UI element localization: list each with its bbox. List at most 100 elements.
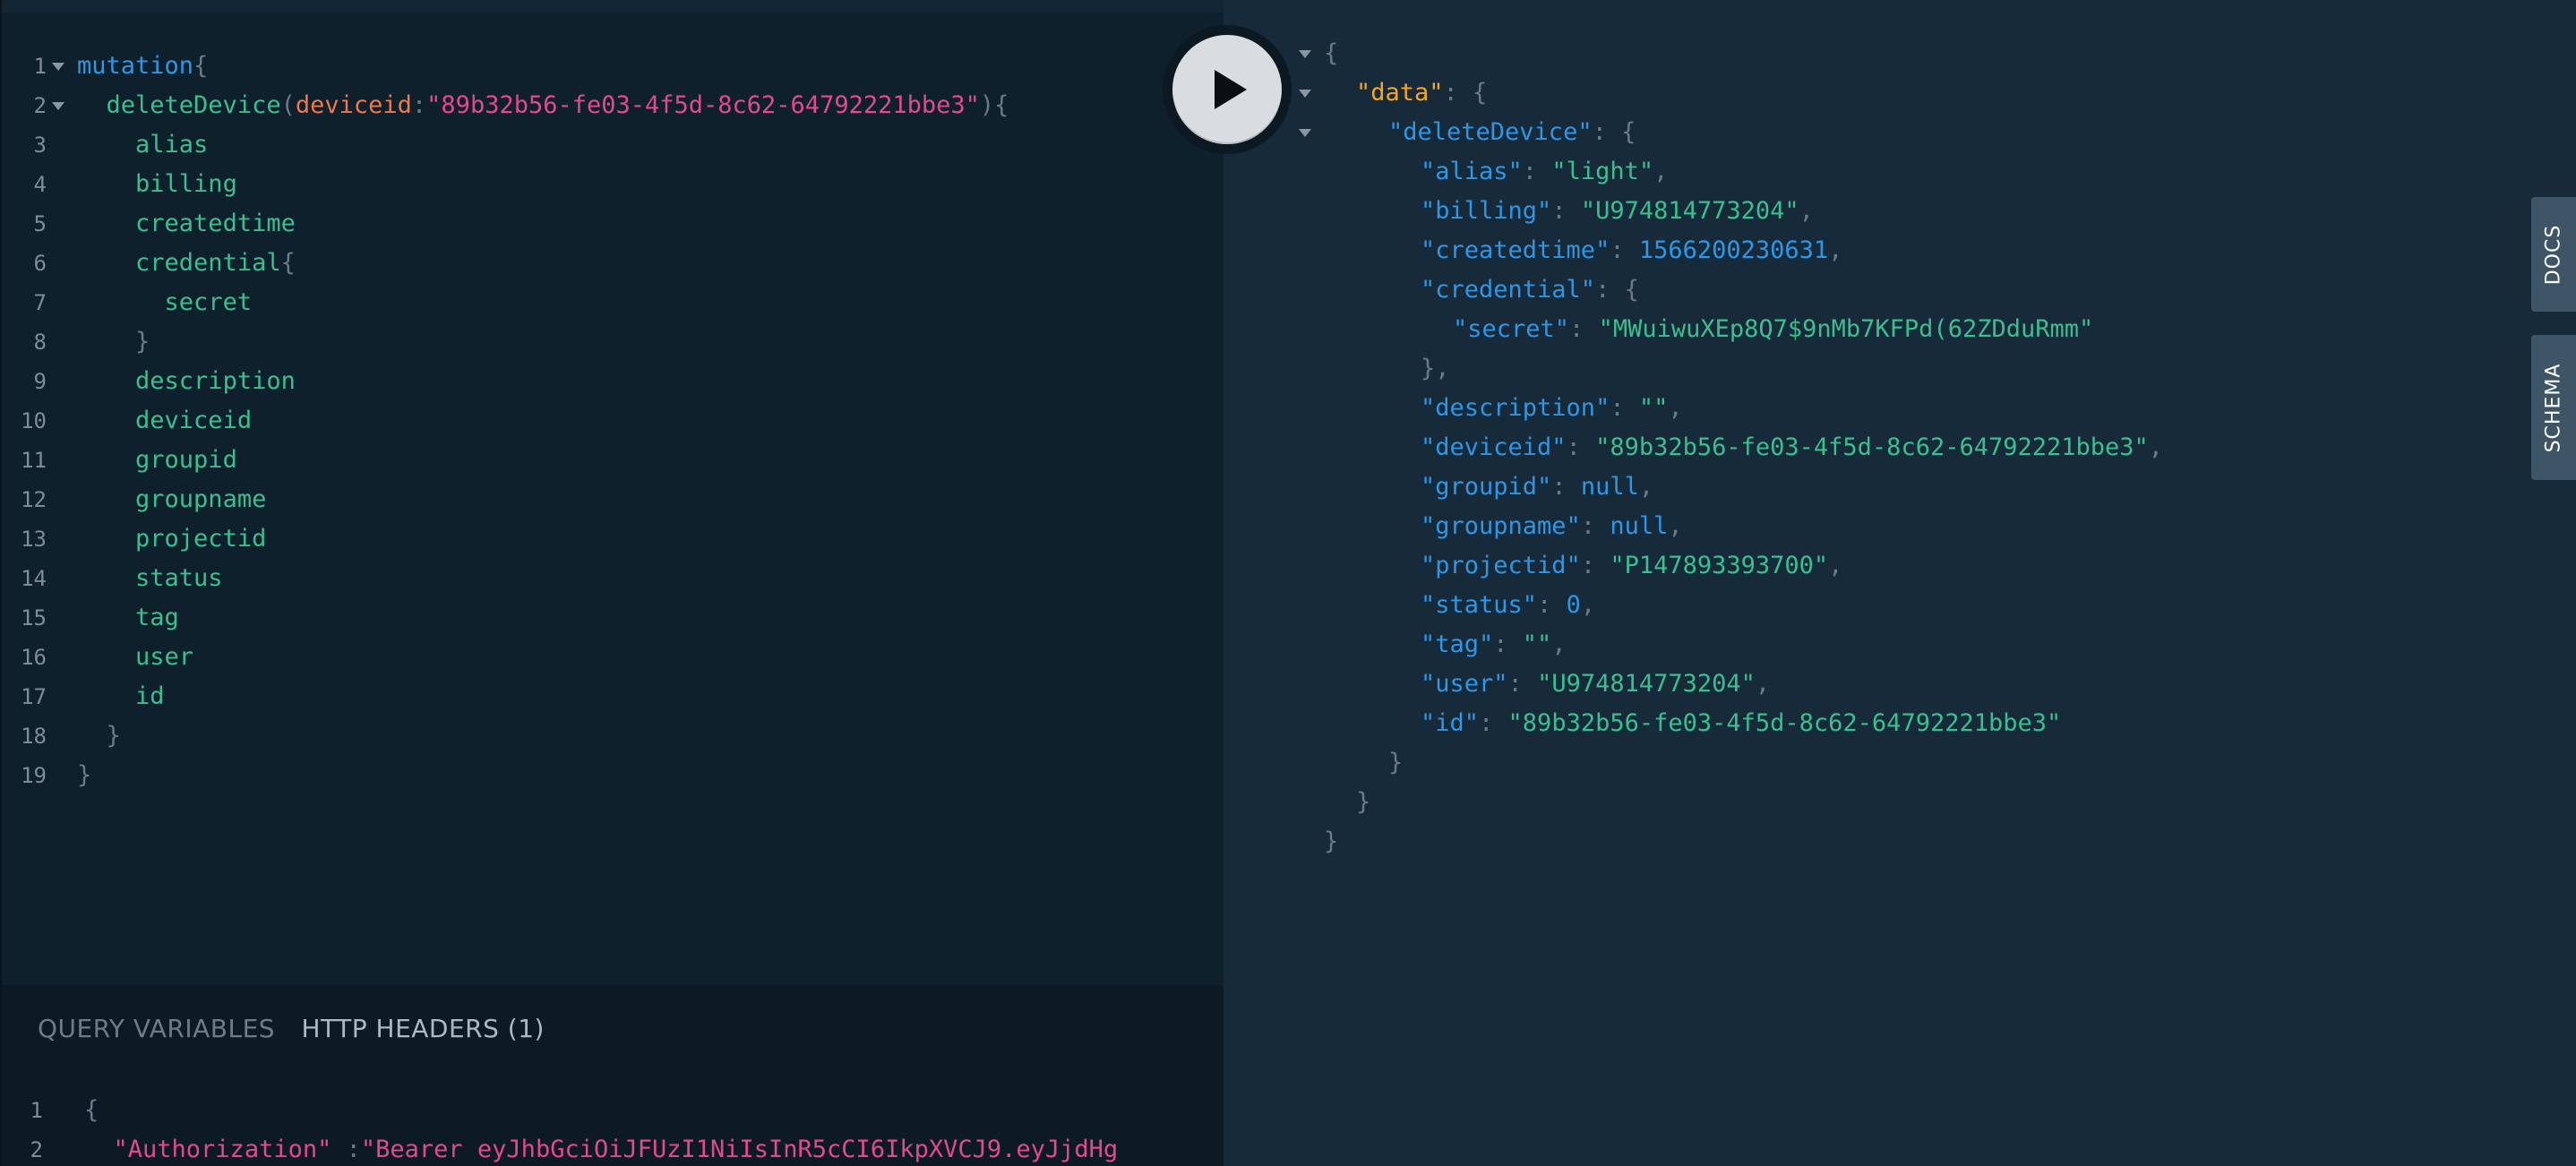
- result-line: "id": "89b32b56-fe03-4f5d-8c62-64792221b…: [1224, 704, 2576, 743]
- query-editor[interactable]: 1 mutation{2 deleteDevice(deviceid:"89b32…: [0, 0, 1224, 1166]
- editor-line[interactable]: 15 tag: [2, 598, 1224, 638]
- editor-line[interactable]: 5 createdtime: [2, 204, 1224, 244]
- json-text: "data": {: [1356, 73, 1487, 113]
- tab-http-headers[interactable]: HTTP HEADERS (1): [301, 1014, 545, 1043]
- fold-arrow-icon[interactable]: [52, 63, 64, 71]
- editor-line[interactable]: 4 billing: [2, 165, 1224, 204]
- code-token: ,: [1638, 473, 1654, 501]
- code-token: "P147893393700": [1610, 552, 1829, 579]
- result-line: "alias": "light",: [1224, 152, 2576, 192]
- json-text: "user": "U974814773204",: [1421, 664, 1770, 704]
- editor-line[interactable]: 14 status: [2, 559, 1224, 598]
- code-token: credential: [135, 249, 281, 277]
- code-token: "data": [1356, 79, 1444, 107]
- line-number: 2: [30, 1137, 43, 1162]
- json-text: "description": "",: [1421, 389, 1683, 428]
- code-token: "projectid": [1421, 552, 1581, 579]
- code-token: ,: [1828, 236, 1843, 264]
- result-line: "credential": {: [1224, 270, 2576, 310]
- docs-tab[interactable]: DOCS: [2531, 197, 2576, 312]
- code-token: null: [1580, 473, 1639, 501]
- line-number: 1: [30, 1098, 43, 1123]
- header-line[interactable]: 2 "Authorization" :"Bearer eyJhbGciOiJFU…: [2, 1130, 1224, 1166]
- code-token: "groupid": [1421, 473, 1552, 501]
- code-token: {: [1324, 39, 1339, 67]
- code-text: createdtime: [77, 204, 296, 244]
- json-text: "projectid": "P147893393700",: [1421, 546, 1842, 586]
- code-token: :: [1522, 158, 1552, 185]
- run-query-button[interactable]: [1172, 35, 1282, 144]
- editor-line[interactable]: 2 deleteDevice(deviceid:"89b32b56-fe03-4…: [2, 86, 1224, 125]
- code-token: ,: [1653, 158, 1669, 185]
- fold-arrow-icon[interactable]: [52, 102, 64, 110]
- http-headers-editor[interactable]: 1{2 "Authorization" :"Bearer eyJhbGciOiJ…: [2, 1091, 1224, 1166]
- code-token: tag: [135, 604, 179, 631]
- tab-query-variables[interactable]: QUERY VARIABLES: [38, 1014, 275, 1043]
- code-token: "alias": [1421, 158, 1523, 185]
- editor-line[interactable]: 12 groupname: [2, 480, 1224, 519]
- json-text: "groupid": null,: [1421, 467, 1653, 507]
- code-token: secret: [164, 288, 253, 316]
- json-text: "secret": "MWuiwuXEp8Q7$9nMb7KFPd(62ZDdu…: [1453, 310, 2093, 349]
- code-token: (: [280, 91, 296, 119]
- code-token: :: [1580, 552, 1610, 579]
- editor-line[interactable]: 16 user: [2, 638, 1224, 677]
- schema-tab[interactable]: SCHEMA: [2531, 335, 2576, 480]
- editor-line[interactable]: 3 alias: [2, 125, 1224, 165]
- code-token: }: [106, 722, 121, 750]
- code-token: createdtime: [135, 210, 296, 237]
- code-token: "status": [1421, 591, 1538, 619]
- code-token: "deviceid": [1421, 433, 1567, 461]
- header-line[interactable]: 1{: [2, 1091, 1224, 1130]
- line-number: 6: [33, 251, 47, 276]
- code-text: user: [77, 638, 193, 677]
- line-number: 8: [33, 330, 47, 355]
- code-token: ,: [1551, 630, 1567, 658]
- fold-arrow-icon[interactable]: [1299, 50, 1311, 58]
- editor-line[interactable]: 8 }: [2, 322, 1224, 362]
- code-token: projectid: [135, 525, 267, 553]
- fold-arrow-icon[interactable]: [1299, 129, 1311, 137]
- code-token: 1566200230631: [1638, 236, 1829, 264]
- result-line: "description": "",: [1224, 389, 2576, 428]
- editor-line[interactable]: 10 deviceid: [2, 401, 1224, 441]
- code-text: }: [77, 322, 150, 362]
- json-text: "createdtime": 1566200230631,: [1421, 231, 1842, 270]
- json-text: "deviceid": "89b32b56-fe03-4f5d-8c62-647…: [1421, 428, 2163, 467]
- code-token: "U974814773204": [1537, 670, 1756, 698]
- editor-line[interactable]: 13 projectid: [2, 519, 1224, 559]
- code-token: "Bearer eyJhbGciOiJFUzI1NiIsInR5cCI6IkpX…: [360, 1136, 1119, 1163]
- result-viewer: {"data": {"deleteDevice": {"alias": "lig…: [1224, 0, 2576, 1166]
- editor-line[interactable]: 17 id: [2, 677, 1224, 716]
- line-number: 17: [21, 684, 47, 709]
- editor-line[interactable]: 7 secret: [2, 283, 1224, 322]
- code-token: "tag": [1421, 630, 1494, 658]
- code-token: "MWuiwuXEp8Q7$9nMb7KFPd(62ZDduRmm": [1598, 315, 2094, 343]
- code-token: :: [1493, 630, 1523, 658]
- editor-line[interactable]: 19}: [2, 756, 1224, 795]
- json-text: }: [1324, 822, 1338, 862]
- line-number: 12: [21, 487, 47, 512]
- json-text: "credential": {: [1421, 270, 1639, 310]
- code-token: ,: [1799, 197, 1814, 225]
- editor-line[interactable]: 18 }: [2, 716, 1224, 756]
- code-token: "user": [1421, 670, 1508, 698]
- code-token: "89b32b56-fe03-4f5d-8c62-64792221bbe3": [1595, 433, 2149, 461]
- code-token: :: [1551, 197, 1581, 225]
- code-token: "light": [1551, 158, 1654, 185]
- json-text: "status": 0,: [1421, 586, 1595, 625]
- code-token: ,: [1580, 591, 1596, 619]
- code-token: "id": [1421, 709, 1480, 737]
- editor-line[interactable]: 6 credential{: [2, 244, 1224, 283]
- json-text: "tag": "",: [1421, 625, 1567, 664]
- result-json: {"data": {"deleteDevice": {"alias": "lig…: [1224, 34, 2576, 862]
- editor-line[interactable]: 9 description: [2, 362, 1224, 401]
- code-token: "": [1638, 394, 1669, 422]
- result-line: "deviceid": "89b32b56-fe03-4f5d-8c62-647…: [1224, 428, 2576, 467]
- line-number: 3: [33, 133, 47, 158]
- query-editor-code[interactable]: 1 mutation{2 deleteDevice(deviceid:"89b32…: [2, 47, 1224, 795]
- editor-line[interactable]: 11 groupid: [2, 441, 1224, 480]
- fold-arrow-icon[interactable]: [1299, 90, 1311, 98]
- code-token: user: [135, 643, 194, 671]
- editor-line[interactable]: 1 mutation{: [2, 47, 1224, 86]
